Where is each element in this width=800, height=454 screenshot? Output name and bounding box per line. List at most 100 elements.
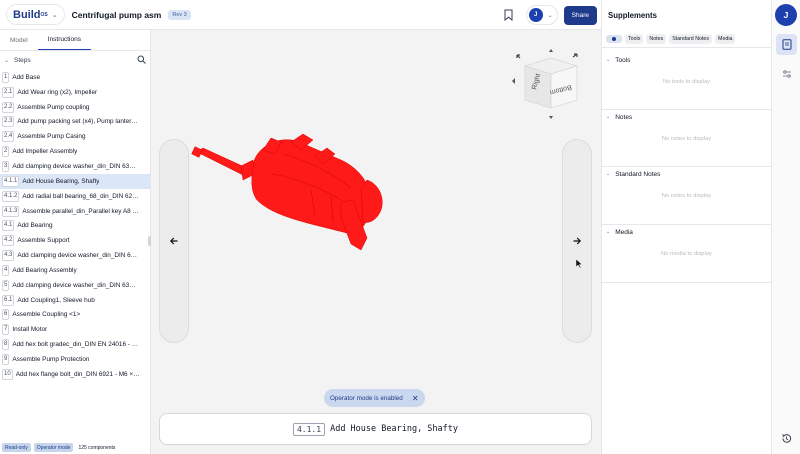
- step-item[interactable]: 2.1 Add Wear ring (x2), Impeller: [0, 85, 150, 100]
- step-label: Add clamping device washer_din_DIN 63…: [12, 281, 136, 289]
- steps-header: ⌄ Steps: [0, 51, 150, 70]
- chevron-down-icon: ⌄: [606, 57, 611, 63]
- filter-tools[interactable]: Tools: [625, 33, 644, 44]
- supplements-panel-button[interactable]: [776, 34, 797, 55]
- step-item[interactable]: 4.1.2 Add radial ball bearing_68_din_DIN …: [0, 189, 150, 204]
- tab-model[interactable]: Model: [0, 30, 38, 50]
- bookmark-icon[interactable]: [502, 8, 516, 22]
- status-footer: Read-only Operator mode 125 components: [2, 443, 115, 452]
- media-section: ⌄ Media No media to display: [602, 225, 771, 283]
- step-item[interactable]: 2 Add Impeller Assembly: [0, 144, 150, 159]
- notes-section-header[interactable]: ⌄ Notes: [602, 110, 771, 124]
- section-title: Notes: [615, 113, 633, 121]
- operator-mode-badge: Operator mode: [33, 443, 74, 452]
- standard-notes-section-header[interactable]: ⌄ Standard Notes: [602, 167, 771, 181]
- panel-tabs: Model Instructions: [0, 30, 150, 51]
- step-number: 7: [2, 324, 10, 336]
- step-label: Add House Bearing, Shafty: [22, 177, 100, 185]
- empty-state: No tools to display: [662, 79, 711, 85]
- 3d-model[interactable]: [191, 130, 391, 270]
- step-item[interactable]: 2.2 Assemble Pump coupling: [0, 100, 150, 115]
- search-icon[interactable]: [137, 55, 146, 66]
- step-item[interactable]: 8 Add hex bolt gradec_din_DIN EN 24016 - …: [0, 337, 150, 352]
- step-label: Add Base: [12, 73, 41, 81]
- tab-instructions[interactable]: Instructions: [37, 30, 91, 50]
- user-menu[interactable]: J ⌄: [525, 5, 558, 25]
- filter-notes[interactable]: Notes: [646, 33, 667, 44]
- close-icon[interactable]: ✕: [412, 394, 419, 403]
- step-list: 1 Add Base 2.1 Add Wear ring (x2), Impeller…: [0, 70, 150, 382]
- view-cube-arrow-left[interactable]: [512, 78, 515, 84]
- view-cube-arrow-down[interactable]: [549, 116, 553, 119]
- step-number: 6: [2, 309, 10, 321]
- step-item[interactable]: 9 Assemble Pump Protection: [0, 352, 150, 367]
- step-item[interactable]: 1 Add Base: [0, 70, 150, 85]
- step-item[interactable]: 4.1 Add Bearing: [0, 218, 150, 233]
- notes-section: ⌄ Notes No notes to display: [602, 110, 771, 167]
- step-label: Assemble Pump Protection: [12, 355, 90, 363]
- step-number: 4.1.2: [2, 190, 20, 202]
- chevron-down-icon: ⌄: [606, 114, 611, 120]
- step-item[interactable]: 5 Add clamping device washer_din_DIN 63…: [0, 278, 150, 293]
- section-title: Media: [615, 228, 633, 236]
- steps-title: Steps: [14, 57, 31, 64]
- top-bar: Build OS ⌄ Centrifugal pump asm Rev 3 J …: [0, 0, 601, 30]
- step-label: Add Bearing: [17, 222, 53, 230]
- properties-panel-button[interactable]: [776, 63, 797, 84]
- previous-step-button[interactable]: [159, 139, 189, 343]
- step-item[interactable]: 6 Assemble Coupling <1>: [0, 308, 150, 323]
- view-cube[interactable]: Right Bottom: [511, 48, 591, 123]
- history-button[interactable]: [776, 428, 797, 449]
- supplements-filters: Tools Notes Standard Notes Media: [602, 30, 771, 48]
- step-number: 4.1.1: [2, 175, 20, 187]
- step-label: Assemble Pump coupling: [17, 103, 90, 111]
- app-switcher-button[interactable]: Build OS ⌄: [6, 4, 65, 25]
- step-item[interactable]: 6.1 Add Coupling1, Sleeve hub: [0, 293, 150, 308]
- tools-section: ⌄ Tools No tools to display: [602, 53, 771, 110]
- step-item[interactable]: 7 Install Motor: [0, 322, 150, 337]
- 3d-viewport[interactable]: Right Bottom Operator mode is enabled ✕ …: [151, 30, 601, 454]
- step-label: Add clamping device washer_din_DIN 6…: [17, 252, 138, 260]
- step-item[interactable]: 2.4 Assemble Pump Casing: [0, 129, 150, 144]
- step-label: Assemble Pump Casing: [17, 133, 86, 141]
- step-item[interactable]: 2.3 Add pump packing set (x4), Pump lante…: [0, 115, 150, 130]
- app-logo: Build: [13, 8, 41, 21]
- step-item[interactable]: 4.1.1 Add House Bearing, Shafty: [0, 173, 150, 189]
- step-item[interactable]: 3 Add clamping device washer_din_DIN 63…: [0, 159, 150, 174]
- step-number: 4.1.3: [2, 205, 20, 217]
- history-icon: [782, 434, 792, 443]
- step-item[interactable]: 4 Add Bearing Assembly: [0, 263, 150, 278]
- document-icon: [782, 39, 791, 50]
- caption-step-label: Add House Bearing, Shafty: [330, 424, 459, 434]
- media-section-header[interactable]: ⌄ Media: [602, 225, 771, 239]
- revision-badge[interactable]: Rev 3: [168, 9, 191, 20]
- sliders-icon: [782, 69, 791, 78]
- left-panel: Model Instructions ⌄ Steps 1 Add Base 2.1 A…: [0, 30, 151, 454]
- empty-state: No notes to display: [661, 136, 712, 142]
- read-only-badge: Read-only: [2, 443, 31, 452]
- filter-standard-notes[interactable]: Standard Notes: [669, 33, 713, 44]
- step-item[interactable]: 4.3 Add clamping device washer_din_DIN 6…: [0, 248, 150, 263]
- filter-all[interactable]: [606, 34, 622, 43]
- step-label: Assemble Coupling <1>: [12, 311, 81, 319]
- step-number: 2: [2, 146, 10, 158]
- share-button[interactable]: Share: [563, 5, 597, 25]
- step-item[interactable]: 4.2 Assemble Support: [0, 233, 150, 248]
- view-cube-arrow-up[interactable]: [549, 49, 553, 52]
- step-label: Add Wear ring (x2), Impeller: [17, 88, 98, 96]
- step-number: 3: [2, 160, 10, 172]
- filter-media[interactable]: Media: [715, 33, 736, 44]
- step-number: 9: [2, 353, 10, 365]
- step-item[interactable]: 10 Add hex flange bolt_din_DIN 6921 - M6 …: [0, 367, 150, 382]
- arrow-left-icon: [169, 237, 178, 245]
- step-item[interactable]: 4.1.3 Assemble parallel_din_Parallel key …: [0, 204, 150, 219]
- tools-section-header[interactable]: ⌄ Tools: [602, 53, 771, 67]
- view-cube-rotate-ne[interactable]: [572, 53, 578, 58]
- next-step-button[interactable]: [562, 139, 592, 343]
- step-label: Add radial ball bearing_68_din_DIN 62…: [22, 192, 139, 200]
- step-number: 2.3: [2, 116, 15, 128]
- avatar[interactable]: J: [775, 4, 797, 26]
- collapse-icon[interactable]: ⌄: [4, 57, 9, 64]
- chevron-down-icon: ⌄: [606, 229, 611, 235]
- view-cube-rotate-nw[interactable]: [516, 54, 521, 59]
